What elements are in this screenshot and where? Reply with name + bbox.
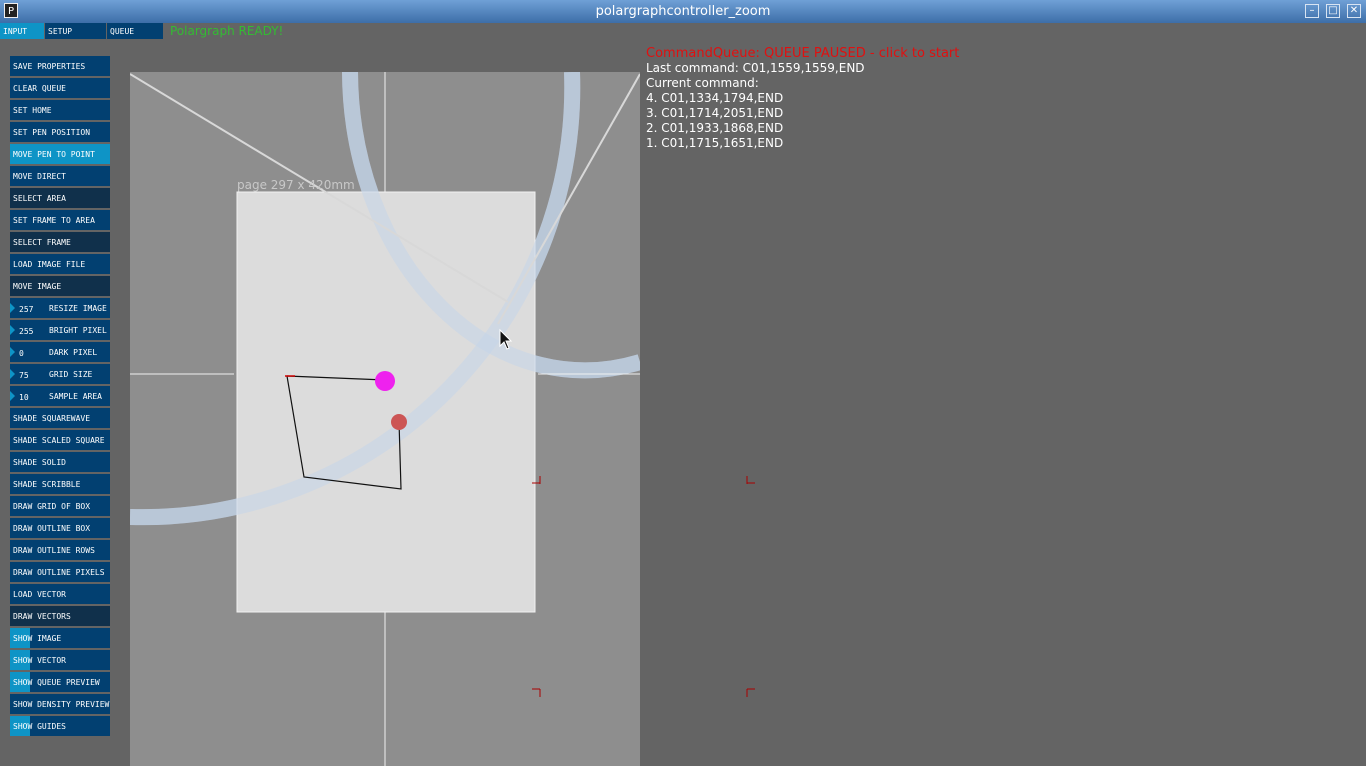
target-marker bbox=[391, 414, 407, 430]
queue-item: 2. C01,1933,1868,END bbox=[646, 121, 784, 135]
grid-size-label: GRID SIZE bbox=[49, 370, 93, 379]
draw-vectors-button[interactable]: DRAW VECTORS bbox=[10, 606, 110, 626]
draw-outline-rows-button[interactable]: DRAW OUTLINE ROWS bbox=[10, 540, 110, 560]
show-queue-preview-toggle[interactable]: SHOW QUEUE PREVIEW bbox=[10, 672, 110, 692]
tab-input[interactable]: INPUT bbox=[0, 23, 44, 39]
tab-setup[interactable]: SETUP bbox=[45, 23, 106, 39]
grid-size-value: 75 bbox=[19, 371, 29, 380]
maximize-icon[interactable]: □ bbox=[1326, 4, 1340, 18]
arrow-right-icon bbox=[10, 325, 15, 335]
close-icon[interactable]: ✕ bbox=[1347, 4, 1361, 18]
resize-image-label: RESIZE IMAGE bbox=[49, 304, 107, 313]
page-size-label: page 297 x 420mm bbox=[237, 178, 355, 192]
set-frame-to-area-button[interactable]: SET FRAME TO AREA bbox=[10, 210, 110, 230]
bright-pixel-field[interactable]: 255 BRIGHT PIXEL bbox=[10, 320, 110, 340]
queue-item: 1. C01,1715,1651,END bbox=[646, 136, 784, 150]
grid-size-field[interactable]: 75 GRID SIZE bbox=[10, 364, 110, 384]
machine-canvas[interactable] bbox=[130, 72, 640, 766]
draw-outline-box-button[interactable]: DRAW OUTLINE BOX bbox=[10, 518, 110, 538]
queue-info-panel: CommandQueue: QUEUE PAUSED - click to st… bbox=[646, 46, 959, 151]
arrow-right-icon bbox=[10, 391, 15, 401]
toggle-label: SHOW DENSITY PREVIEW bbox=[13, 700, 110, 709]
clear-queue-button[interactable]: CLEAR QUEUE bbox=[10, 78, 110, 98]
arrow-right-icon bbox=[10, 303, 15, 313]
queue-item: 4. C01,1334,1794,END bbox=[646, 91, 784, 105]
minimize-icon[interactable]: – bbox=[1305, 4, 1319, 18]
toggle-label: SHOW GUIDES bbox=[13, 722, 66, 731]
arrow-right-icon bbox=[10, 369, 15, 379]
tab-queue[interactable]: QUEUE bbox=[107, 23, 163, 39]
shade-scribble-button[interactable]: SHADE SCRIBBLE bbox=[10, 474, 110, 494]
shade-squarewave-button[interactable]: SHADE SQUAREWAVE bbox=[10, 408, 110, 428]
load-vector-button[interactable]: LOAD VECTOR bbox=[10, 584, 110, 604]
bright-pixel-value: 255 bbox=[19, 327, 34, 336]
shade-solid-button[interactable]: SHADE SOLID bbox=[10, 452, 110, 472]
select-frame-button[interactable]: SELECT FRAME bbox=[10, 232, 110, 252]
draw-grid-of-box-button[interactable]: DRAW GRID OF BOX bbox=[10, 496, 110, 516]
queue-item: 3. C01,1714,2051,END bbox=[646, 106, 784, 120]
move-pen-to-point-button[interactable]: MOVE PEN TO POINT bbox=[10, 144, 110, 164]
set-pen-position-button[interactable]: SET PEN POSITION bbox=[10, 122, 110, 142]
show-image-toggle[interactable]: SHOW IMAGE bbox=[10, 628, 110, 648]
pen-position-marker bbox=[375, 371, 395, 391]
show-guides-toggle[interactable]: SHOW GUIDES bbox=[10, 716, 110, 736]
set-home-button[interactable]: SET HOME bbox=[10, 100, 110, 120]
show-density-preview-toggle[interactable]: SHOW DENSITY PREVIEW bbox=[10, 694, 110, 714]
sample-area-field[interactable]: 10 SAMPLE AREA bbox=[10, 386, 110, 406]
show-vector-toggle[interactable]: SHOW VECTOR bbox=[10, 650, 110, 670]
toggle-label: SHOW QUEUE PREVIEW bbox=[13, 678, 100, 687]
shade-scaled-square-button[interactable]: SHADE SCALED SQUARE bbox=[10, 430, 110, 450]
toggle-label: SHOW IMAGE bbox=[13, 634, 62, 643]
resize-image-field[interactable]: 257 RESIZE IMAGE bbox=[10, 298, 110, 318]
move-direct-button[interactable]: MOVE DIRECT bbox=[10, 166, 110, 186]
move-image-button[interactable]: MOVE IMAGE bbox=[10, 276, 110, 296]
dark-pixel-value: 0 bbox=[19, 349, 24, 358]
bright-pixel-label: BRIGHT PIXEL bbox=[49, 326, 107, 335]
dark-pixel-label: DARK PIXEL bbox=[49, 348, 98, 357]
machine-drawing bbox=[130, 72, 640, 766]
sample-area-label: SAMPLE AREA bbox=[49, 392, 102, 401]
last-command: Last command: C01,1559,1559,END bbox=[646, 61, 865, 75]
window-titlebar: P polargraphcontroller_zoom – □ ✕ bbox=[0, 0, 1366, 23]
dark-pixel-field[interactable]: 0 DARK PIXEL bbox=[10, 342, 110, 362]
load-image-file-button[interactable]: LOAD IMAGE FILE bbox=[10, 254, 110, 274]
resize-image-value: 257 bbox=[19, 305, 34, 314]
save-properties-button[interactable]: SAVE PROPERTIES bbox=[10, 56, 110, 76]
select-area-button[interactable]: SELECT AREA bbox=[10, 188, 110, 208]
toggle-label: SHOW VECTOR bbox=[13, 656, 66, 665]
current-command-label: Current command: bbox=[646, 76, 759, 90]
arrow-right-icon bbox=[10, 347, 15, 357]
page-rect bbox=[236, 191, 536, 613]
sample-area-value: 10 bbox=[19, 393, 29, 402]
status-text: Polargraph READY! bbox=[170, 24, 284, 38]
window-title: polargraphcontroller_zoom bbox=[595, 4, 771, 19]
queue-status[interactable]: CommandQueue: QUEUE PAUSED - click to st… bbox=[646, 46, 959, 61]
draw-outline-pixels-button[interactable]: DRAW OUTLINE PIXELS bbox=[10, 562, 110, 582]
